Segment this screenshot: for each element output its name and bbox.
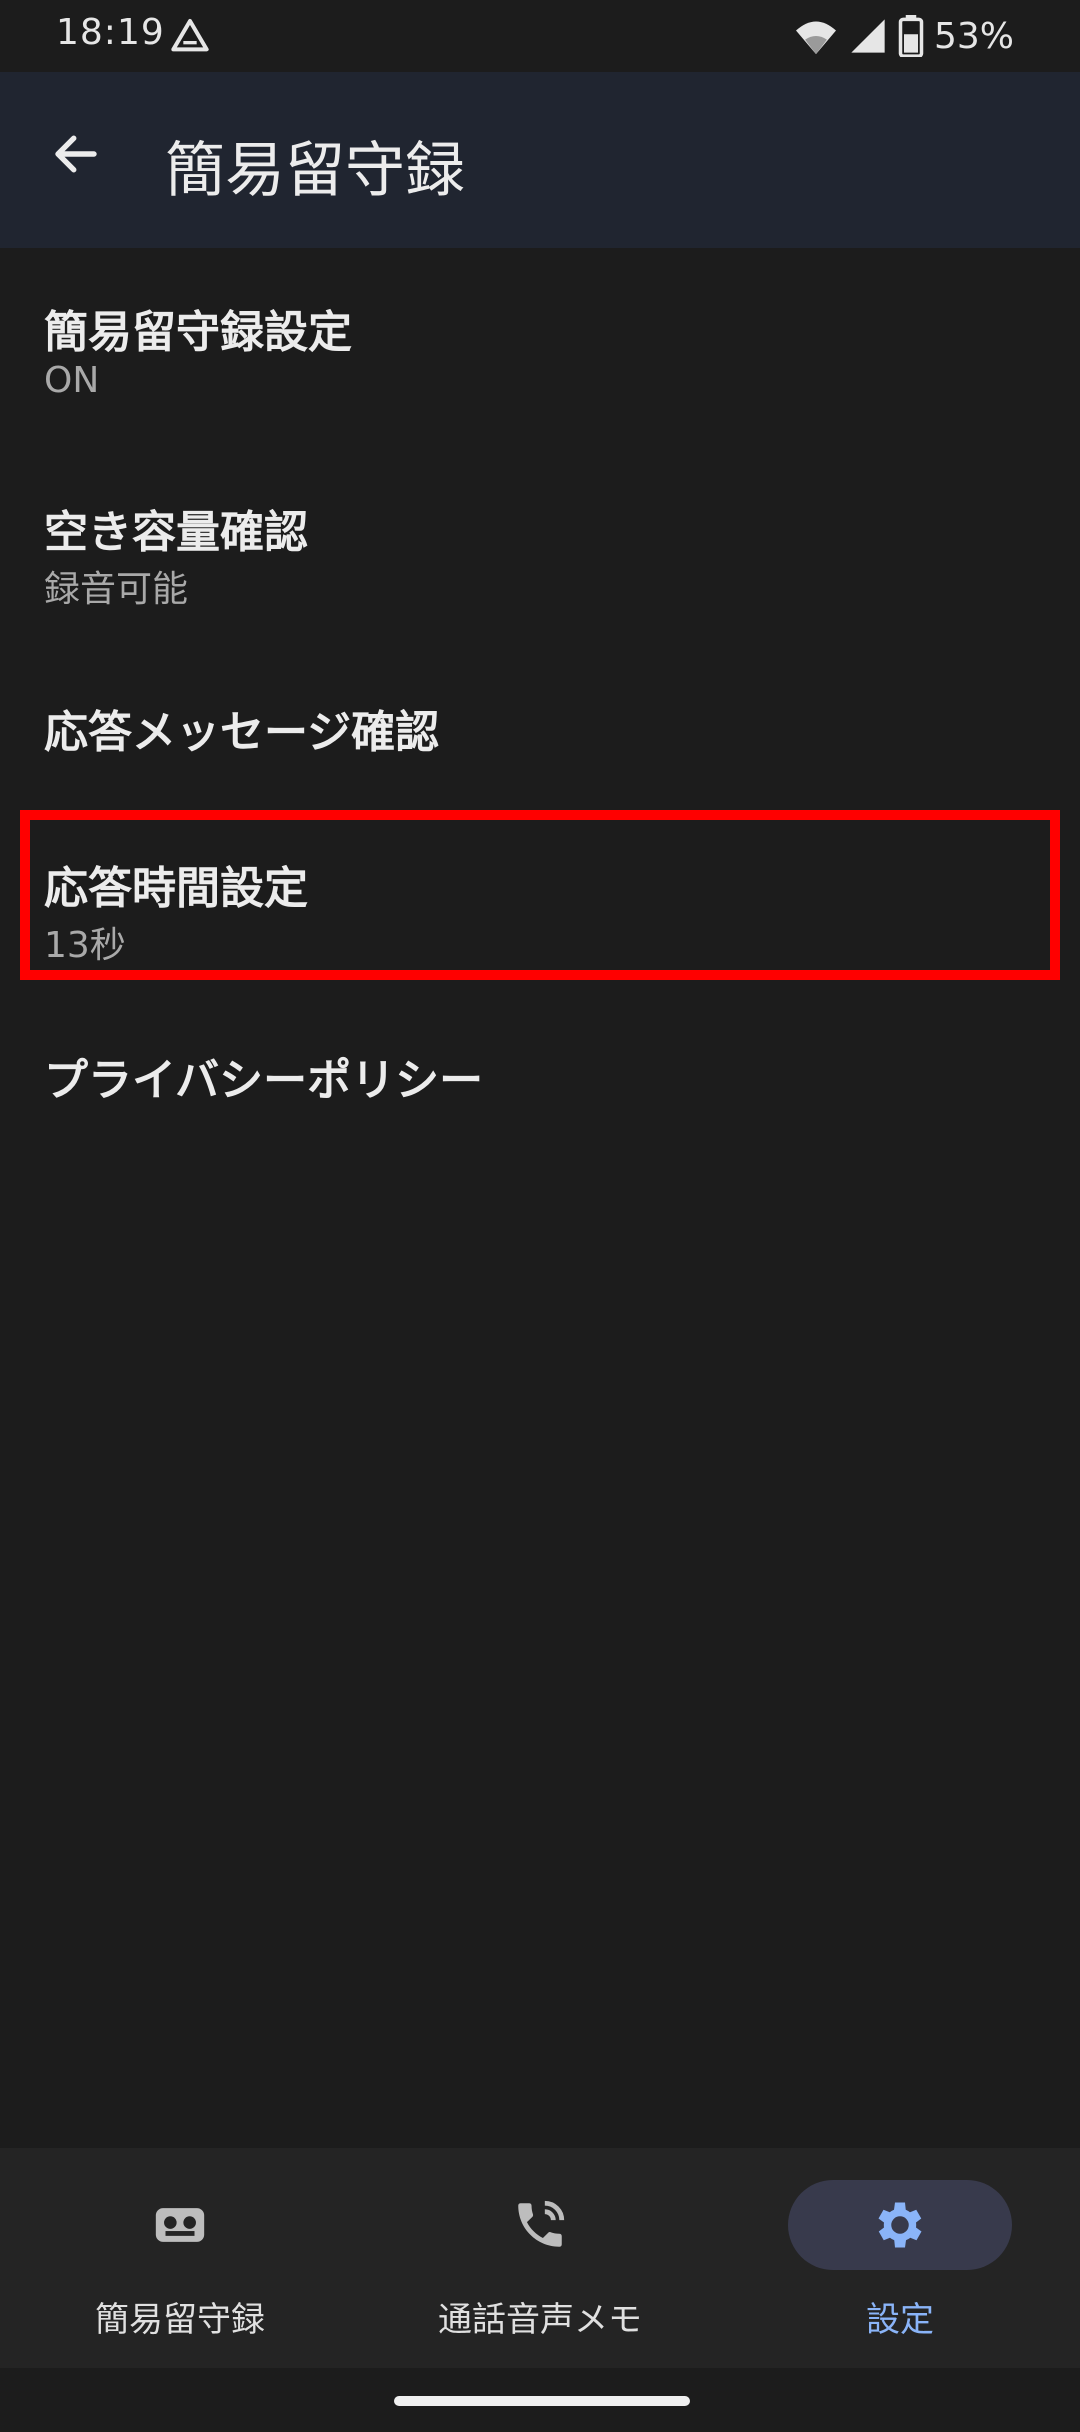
signal-icon — [851, 19, 885, 53]
nav-icon-container — [788, 2180, 1012, 2270]
drive-icon — [171, 19, 209, 52]
nav-item-call-memo[interactable]: 通話音声メモ — [360, 2148, 720, 2368]
setting-summary: 録音可能 — [44, 569, 189, 610]
setting-summary: ON — [44, 360, 100, 401]
back-button[interactable] — [40, 118, 112, 190]
setting-title: プライバシーポリシー — [44, 1055, 484, 1106]
arrow-left-icon — [55, 135, 97, 173]
battery-icon — [898, 15, 924, 57]
nav-label: 通話音声メモ — [438, 2300, 642, 2340]
gear-icon — [878, 2202, 922, 2248]
app-bar: 簡易留守録 — [0, 72, 1080, 248]
setting-greeting-check[interactable]: 応答メッセージ確認 — [0, 648, 1080, 818]
phone-call-icon — [518, 2200, 565, 2247]
setting-storage-check[interactable]: 空き容量確認 録音可能 — [0, 448, 1080, 648]
nav-icon-container — [428, 2180, 652, 2270]
bottom-navigation: 簡易留守録 通話音声メモ 設定 — [0, 2148, 1080, 2368]
nav-icon-container — [68, 2180, 292, 2270]
gesture-handle[interactable] — [394, 2396, 690, 2406]
highlight-box — [20, 810, 1060, 980]
battery-percent: 53% — [933, 15, 1014, 57]
nav-label: 簡易留守録 — [95, 2300, 265, 2340]
setting-title: 応答メッセージ確認 — [44, 707, 440, 758]
page-title: 簡易留守録 — [165, 136, 465, 206]
setting-title: 簡易留守録設定 — [44, 307, 352, 358]
setting-title: 空き容量確認 — [44, 507, 308, 558]
status-bar: 18:19 53% — [0, 0, 1080, 72]
nav-item-settings[interactable]: 設定 — [720, 2148, 1080, 2368]
nav-label: 設定 — [866, 2300, 934, 2340]
voicemail-icon — [155, 2208, 205, 2242]
status-icons: 53% — [794, 12, 1014, 60]
setting-privacy-policy[interactable]: プライバシーポリシー — [0, 1018, 1080, 1188]
setting-voicemail-toggle[interactable]: 簡易留守録設定 ON — [0, 248, 1080, 448]
wifi-icon — [795, 21, 836, 55]
nav-item-voicemail[interactable]: 簡易留守録 — [0, 2148, 360, 2368]
status-time: 18:19 — [56, 12, 165, 53]
